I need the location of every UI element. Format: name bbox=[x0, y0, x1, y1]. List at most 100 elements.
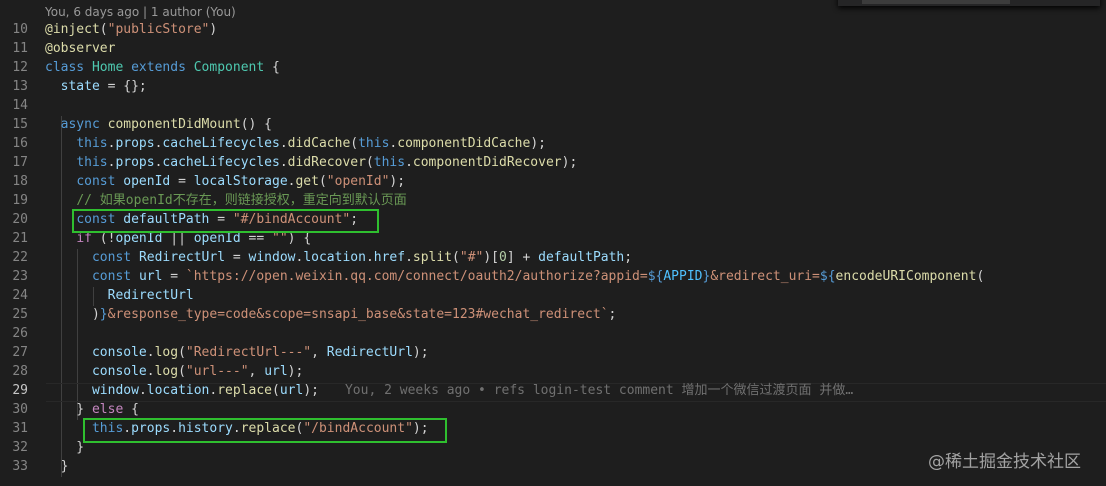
line-number: 20 bbox=[12, 212, 28, 227]
code-token: { bbox=[131, 402, 139, 417]
code-token: ( bbox=[350, 136, 359, 151]
code-token: "" bbox=[272, 231, 288, 246]
code-token: ${ bbox=[819, 269, 836, 284]
match-case-icon[interactable]: Aa bbox=[1028, 0, 1042, 2]
code-token: get bbox=[295, 174, 319, 189]
code-text: // 如果openId不存在，则链接授权，重定向到默认页面 bbox=[45, 191, 406, 210]
code-token: ); bbox=[303, 383, 319, 398]
code-token: location bbox=[303, 250, 366, 265]
code-token: = bbox=[225, 250, 249, 265]
watermark: @稀土掘金技术社区 bbox=[928, 452, 1081, 472]
code-token: . bbox=[146, 345, 155, 360]
code-line[interactable]: 12 class Home extends Component { bbox=[0, 58, 1106, 77]
highlight-box-history-replace bbox=[83, 418, 447, 443]
code-token: ( bbox=[318, 174, 327, 189]
code-line[interactable]: 27 console.log("RedirectUrl---", Redirec… bbox=[0, 343, 1106, 362]
line-number: 19 bbox=[12, 193, 28, 208]
code-token: openId bbox=[123, 174, 171, 189]
code-token: ; bbox=[608, 307, 617, 322]
code-line[interactable]: 23 const url = `https://open.weixin.qq.c… bbox=[0, 267, 1106, 286]
code-token: ) bbox=[45, 307, 100, 322]
code-line[interactable]: 29 window.location.replace(url); You, 2 w… bbox=[0, 381, 1106, 400]
code-token: this bbox=[358, 136, 390, 151]
code-token: . bbox=[146, 364, 155, 379]
code-token: url bbox=[264, 364, 288, 379]
code-token: ) { bbox=[287, 231, 312, 246]
code-token: didCache bbox=[287, 136, 351, 151]
code-token: "#" bbox=[459, 250, 484, 265]
code-token: ); bbox=[561, 155, 578, 170]
code-token: if bbox=[76, 231, 100, 246]
line-number: 12 bbox=[12, 60, 28, 75]
code-line[interactable]: 18 const openId = localStorage.get("open… bbox=[0, 172, 1106, 191]
regex-icon[interactable]: .* bbox=[1074, 0, 1088, 2]
code-line[interactable]: 14 bbox=[0, 96, 1106, 115]
code-token: &response_type=code&scope=snsapi_base&st… bbox=[107, 307, 609, 322]
code-token: ( bbox=[178, 345, 186, 360]
code-line[interactable]: 11 @observer bbox=[0, 39, 1106, 58]
code-token: () { bbox=[240, 117, 272, 132]
code-token: RedirectUrl bbox=[107, 288, 194, 303]
codelens-author[interactable]: You, 6 days ago | 1 author (You) bbox=[45, 3, 236, 21]
code-line[interactable]: 13 state = {}; bbox=[0, 77, 1106, 96]
code-token: ( bbox=[99, 22, 108, 37]
code-line[interactable]: 30 } else { bbox=[0, 400, 1106, 419]
code-token: url bbox=[279, 383, 304, 398]
code-line[interactable]: 16 this.props.cacheLifecycles.didCache(t… bbox=[0, 134, 1106, 153]
code-token: (! bbox=[99, 231, 116, 246]
code-line[interactable]: 22 const RedirectUrl = window.location.h… bbox=[0, 248, 1106, 267]
code-token: log bbox=[154, 345, 179, 360]
code-token: "RedirectUrl---" bbox=[185, 345, 312, 360]
line-number: 31 bbox=[12, 421, 28, 436]
code-line[interactable]: 10 @inject("publicStore") bbox=[0, 20, 1106, 39]
code-text: console.log("url---", url); bbox=[45, 362, 303, 381]
code-line[interactable]: 17 this.props.cacheLifecycles.didRecover… bbox=[0, 153, 1106, 172]
code-token: href bbox=[373, 250, 406, 265]
code-token: console bbox=[91, 345, 147, 360]
code-token: location bbox=[146, 383, 210, 398]
code-line[interactable]: 25 )}&response_type=code&scope=snsapi_ba… bbox=[0, 305, 1106, 324]
code-token: componentDidCache bbox=[397, 136, 531, 151]
code-token: componentDidRecover bbox=[412, 155, 562, 170]
line-number: 22 bbox=[12, 250, 28, 265]
code-text: @observer bbox=[45, 39, 115, 58]
code-line[interactable]: 26 bbox=[0, 324, 1106, 343]
code-line[interactable]: 15 async componentDidMount() { bbox=[0, 115, 1106, 134]
code-token: . bbox=[138, 383, 147, 398]
git-blame-annotation[interactable]: You, 2 weeks ago • refs login-test comme… bbox=[345, 383, 853, 398]
code-token: async bbox=[60, 117, 108, 132]
line-number: 18 bbox=[12, 174, 28, 189]
code-token: ( bbox=[178, 364, 186, 379]
code-token: ${ bbox=[647, 269, 664, 284]
code-text: @inject("publicStore") bbox=[45, 20, 217, 39]
line-number: 33 bbox=[12, 459, 28, 474]
code-token: defaultPath bbox=[538, 250, 625, 265]
code-token: this bbox=[373, 155, 406, 170]
code-text: this.props.cacheLifecycles.didCache(this… bbox=[45, 134, 546, 153]
code-token: = bbox=[170, 174, 194, 189]
code-editor[interactable]: You, 6 days ago | 1 author (You) 10 @inje… bbox=[0, 0, 1106, 486]
code-token: console bbox=[91, 364, 147, 379]
code-token: class bbox=[45, 60, 92, 75]
code-token: this bbox=[76, 136, 108, 151]
code-token: "openId" bbox=[326, 174, 390, 189]
whole-word-icon[interactable]: ab bbox=[1050, 0, 1064, 2]
code-token: } bbox=[99, 307, 108, 322]
code-line[interactable]: 19 // 如果openId不存在，则链接授权，重定向到默认页面 bbox=[0, 191, 1106, 210]
code-token: , bbox=[248, 364, 265, 379]
code-text: state = {}; bbox=[45, 77, 147, 96]
code-token: )[ bbox=[483, 250, 500, 265]
code-token: ( bbox=[452, 250, 460, 265]
code-line[interactable]: 24 RedirectUrl bbox=[0, 286, 1106, 305]
code-line[interactable]: 28 console.log("url---", url); bbox=[0, 362, 1106, 381]
find-input[interactable] bbox=[862, 0, 1010, 4]
line-number: 32 bbox=[12, 440, 28, 455]
line-number: 16 bbox=[12, 136, 28, 151]
